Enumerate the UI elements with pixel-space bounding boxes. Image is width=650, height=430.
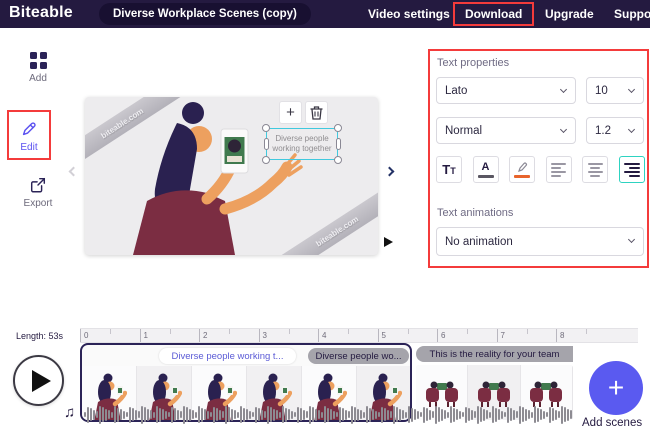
- next-scene-chevron-icon[interactable]: [385, 167, 395, 177]
- chevron-down-icon: [560, 86, 567, 93]
- video-settings-button[interactable]: Video settings: [368, 0, 450, 28]
- video-canvas[interactable]: biteable.com biteable.com +: [85, 97, 378, 255]
- delete-element-button[interactable]: [305, 101, 328, 124]
- format-buttons-row: TT A: [436, 156, 645, 183]
- sidebar-item-label: Add: [29, 73, 47, 84]
- support-button[interactable]: Support: [614, 0, 650, 28]
- align-left-icon: [551, 163, 566, 177]
- highlight-color-swatch: [514, 175, 530, 178]
- text-animation-value: No animation: [445, 236, 513, 248]
- animations-title: Text animations: [437, 207, 513, 219]
- export-icon: [29, 176, 47, 194]
- ruler-mark: 2: [199, 329, 259, 342]
- align-center-button[interactable]: [582, 156, 608, 183]
- resize-handle-top-left[interactable]: [262, 124, 270, 132]
- align-right-icon: [624, 163, 640, 177]
- grid-add-icon: [30, 52, 47, 69]
- line-height-value: 1.2: [595, 125, 611, 137]
- align-center-icon: [588, 163, 603, 177]
- font-size-select[interactable]: 10: [586, 77, 644, 104]
- ruler-mark: 0: [80, 329, 140, 342]
- highlight-color-button[interactable]: [509, 156, 535, 183]
- selected-text-element[interactable]: Diverse people working together: [266, 128, 338, 160]
- play-button[interactable]: [13, 355, 64, 406]
- chevron-down-icon: [628, 86, 635, 93]
- video-length-label: Length: 53s: [16, 331, 63, 341]
- scene-label-2[interactable]: Diverse people wo...: [308, 348, 409, 364]
- add-scenes-label: Add scenes: [582, 417, 642, 429]
- highlighter-icon: [516, 162, 528, 173]
- sidebar-item-add[interactable]: Add: [10, 52, 66, 84]
- resize-handle-bottom-left[interactable]: [262, 156, 270, 164]
- biteable-editor-window: Biteable Diverse Workplace Scenes (copy)…: [0, 0, 650, 430]
- chevron-down-icon: [628, 236, 635, 243]
- project-title[interactable]: Diverse Workplace Scenes (copy): [99, 3, 311, 25]
- ruler-mark: 6: [437, 329, 497, 342]
- ruler-mark: 8: [556, 329, 616, 342]
- scene-play-icon[interactable]: [384, 237, 393, 247]
- sidebar-item-label: Export: [24, 198, 53, 209]
- top-bar: Biteable Diverse Workplace Scenes (copy)…: [0, 0, 650, 28]
- scene-label-1[interactable]: Diverse people working t...: [159, 348, 296, 364]
- music-note-icon: ♫: [64, 404, 75, 421]
- upgrade-button[interactable]: Upgrade: [545, 0, 594, 28]
- sidebar-item-edit[interactable]: Edit: [7, 110, 51, 160]
- ruler-mark: 3: [259, 329, 319, 342]
- pencil-icon: [20, 120, 38, 138]
- previous-scene-chevron-icon[interactable]: [69, 167, 79, 177]
- chevron-down-icon: [560, 126, 567, 133]
- align-right-button[interactable]: [619, 156, 645, 183]
- sidebar-item-label: Edit: [20, 142, 37, 153]
- font-size-value: 10: [595, 85, 608, 97]
- resize-handle-middle-left[interactable]: [264, 138, 269, 150]
- ruler-mark: 4: [318, 329, 378, 342]
- font-weight-value: Normal: [445, 125, 482, 137]
- text-properties-panel: Text properties Lato 10 Normal 1.2 TT A: [428, 49, 649, 268]
- font-family-value: Lato: [445, 85, 467, 97]
- text-color-icon: A: [482, 161, 490, 173]
- panel-title: Text properties: [437, 57, 509, 69]
- trash-icon: [310, 106, 323, 120]
- text-case-button[interactable]: TT: [436, 156, 462, 183]
- play-icon: [32, 370, 51, 392]
- text-element-content: Diverse people working together: [267, 129, 337, 159]
- resize-handle-middle-right[interactable]: [336, 138, 341, 150]
- biteable-logo[interactable]: Biteable: [9, 4, 73, 22]
- ruler-mark: 5: [378, 329, 438, 342]
- text-color-button[interactable]: A: [473, 156, 499, 183]
- font-weight-select[interactable]: Normal: [436, 117, 576, 144]
- audio-waveform[interactable]: [84, 404, 574, 425]
- text-color-swatch: [478, 175, 494, 178]
- timeline-ruler: 012345678: [80, 328, 638, 343]
- ruler-mark: 1: [140, 329, 200, 342]
- resize-handle-bottom-right[interactable]: [334, 156, 342, 164]
- download-button[interactable]: Download: [453, 2, 534, 26]
- sidebar-item-export[interactable]: Export: [10, 176, 66, 209]
- align-left-button[interactable]: [546, 156, 572, 183]
- font-family-select[interactable]: Lato: [436, 77, 576, 104]
- ruler-mark: 7: [497, 329, 557, 342]
- tool-sidebar: Add Edit Export: [0, 28, 70, 328]
- line-height-select[interactable]: 1.2: [586, 117, 644, 144]
- text-animation-select[interactable]: No animation: [436, 227, 644, 256]
- chevron-down-icon: [628, 126, 635, 133]
- scene-label-3[interactable]: This is the reality for your team: [416, 346, 573, 362]
- text-case-icon: TT: [442, 161, 455, 179]
- element-toolbar: +: [279, 101, 328, 124]
- add-element-button[interactable]: +: [279, 101, 302, 124]
- add-scenes-button[interactable]: +: [589, 361, 643, 415]
- resize-handle-top-right[interactable]: [334, 124, 342, 132]
